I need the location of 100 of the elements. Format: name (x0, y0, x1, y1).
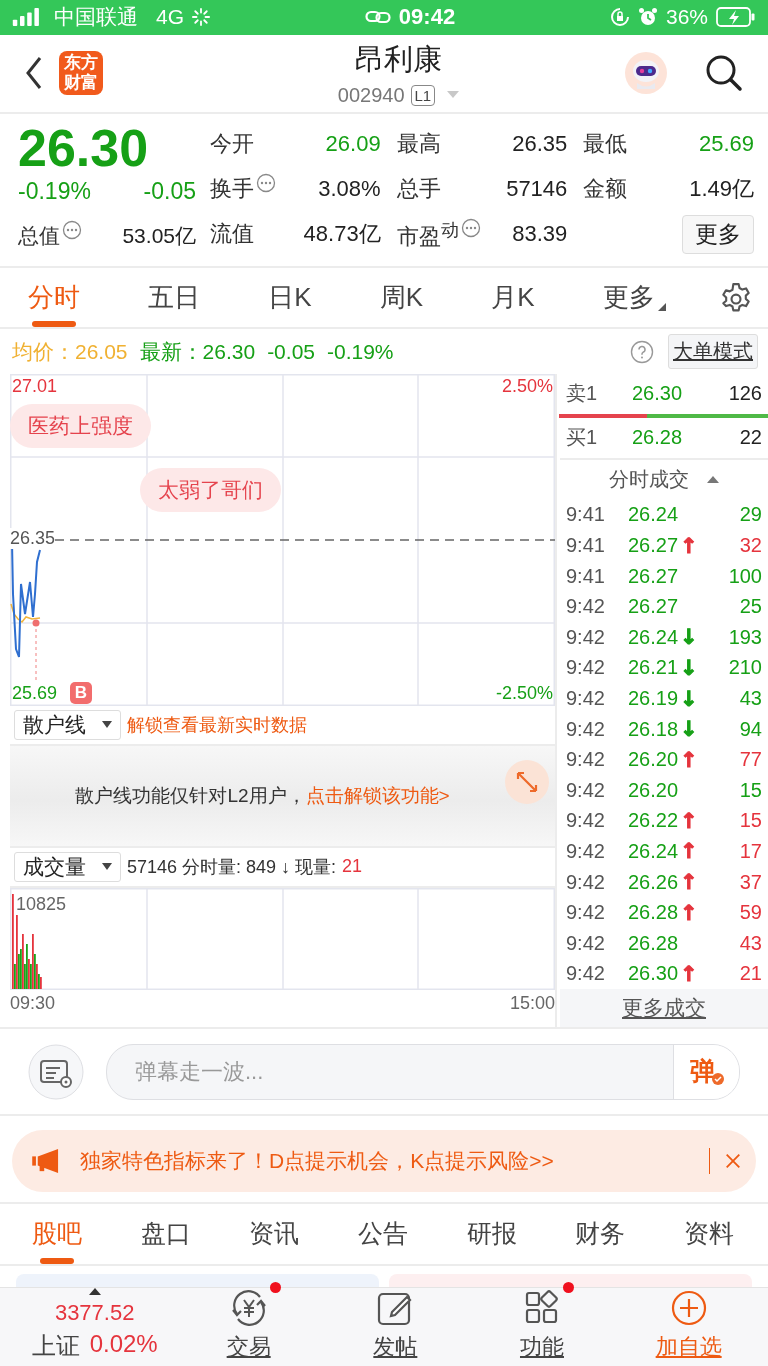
ask-price: 26.30 (632, 382, 684, 406)
stat-label: 最高 (396, 129, 441, 158)
axis-label: -2.50% (495, 682, 553, 704)
more-info-icon[interactable] (62, 219, 82, 240)
current-volume: 21 (342, 856, 363, 878)
help-icon[interactable] (630, 339, 654, 364)
time-label: 15:00 (509, 993, 555, 1015)
trade-price: 26.28 (628, 901, 680, 925)
chart-tab[interactable]: 五日 (134, 268, 215, 327)
promo-text: 独家特色指标来了！D点提示机会，K点提示风险>> (80, 1147, 555, 1174)
trade-volume: 94 (738, 717, 762, 741)
locked-message: 散户线功能仅针对L2用户， (75, 783, 306, 808)
big-order-mode-button[interactable]: 大单模式 (668, 334, 758, 369)
trade-price: 26.28 (628, 931, 680, 955)
trade-volume: 15 (738, 809, 762, 833)
trade-volume: 17 (738, 839, 762, 863)
trade-volume: 59 (738, 901, 762, 925)
trade-volume: 21 (738, 962, 762, 986)
trade-volume: 15 (738, 778, 762, 802)
trade-time: 9:42 (566, 870, 606, 894)
stat-value: 26.35 (512, 130, 568, 157)
trade-volume: 29 (738, 503, 762, 527)
stat-label: 市盈$^{动}$ (396, 217, 459, 251)
trade-time: 9:41 (566, 564, 606, 588)
more-info-icon[interactable] (256, 173, 276, 193)
nav-item[interactable]: 发帖 (373, 1332, 418, 1363)
carrier-name: 中国联通 (54, 4, 138, 31)
trade-price: 26.24 (628, 625, 680, 649)
trend-arrow: ↑ (680, 808, 698, 833)
robot-icon[interactable] (624, 51, 668, 96)
trade-price: 26.20 (628, 748, 680, 772)
change-percent: -0.19% (327, 339, 394, 364)
more-button[interactable]: 更多 (682, 214, 754, 254)
axis-label: 2.50% (501, 375, 553, 397)
nav-item[interactable]: 交易 (226, 1332, 271, 1363)
trade-price: 26.30 (628, 962, 680, 986)
stat-value: 48.73亿 (303, 220, 381, 249)
danmu-settings-icon[interactable] (28, 1043, 84, 1100)
settings-icon[interactable] (719, 281, 752, 314)
chart-tab[interactable]: 日K (254, 268, 326, 327)
trend-arrow: ↓ (680, 625, 698, 650)
index-name[interactable]: 上证 (31, 1330, 80, 1363)
trade-time: 9:42 (566, 962, 606, 986)
trade-price: 26.18 (628, 717, 680, 741)
stat-label: 总手 (396, 175, 441, 203)
index-value[interactable]: 3377.52 (54, 1300, 135, 1327)
bid-volume: 22 (739, 426, 762, 450)
network-type: 4G (156, 5, 184, 30)
change-value: -0.05 (267, 339, 315, 364)
clock-time: 09:42 (398, 4, 456, 31)
section-tab[interactable]: 资料 (669, 1207, 748, 1261)
section-tab[interactable]: 盘口 (126, 1207, 205, 1261)
trade-time: 9:42 (566, 778, 606, 802)
trade-time: 9:42 (566, 656, 606, 680)
close-icon[interactable] (724, 1151, 742, 1170)
trade-volume: 32 (738, 534, 762, 558)
link-icon (364, 9, 391, 26)
trade-price: 26.27 (628, 534, 680, 558)
stat-value: 53.05亿 (122, 222, 196, 249)
trend-arrow: ↑ (680, 900, 698, 925)
search-icon[interactable] (704, 53, 744, 94)
chart-tab[interactable]: 月K (477, 268, 549, 327)
trend-arrow: ↓ (680, 655, 698, 680)
trade-time: 9:41 (566, 534, 606, 558)
trades-title: 分时成交 (609, 467, 689, 493)
stock-code: 002940 (337, 83, 405, 107)
indicator-dropdown[interactable]: 成交量 (14, 851, 121, 882)
ask-label: 卖1 (566, 381, 599, 407)
stat-label: 最低 (583, 129, 628, 158)
chart-tab[interactable]: 更多 (588, 268, 680, 327)
index-change[interactable]: 0.02% (89, 1330, 158, 1363)
stat-value: 3.08% (318, 176, 381, 202)
section-tab[interactable]: 财务 (561, 1207, 640, 1261)
stat-value: 83.39 (512, 221, 568, 248)
bid-price: 26.28 (632, 426, 684, 450)
back-icon[interactable] (24, 55, 44, 92)
trend-arrow: ↓ (680, 686, 698, 711)
trade-volume: 77 (738, 748, 762, 772)
trade-volume: 43 (738, 931, 762, 955)
trade-time: 9:42 (566, 901, 606, 925)
app-logo: 东方财富 (59, 51, 103, 96)
ask-volume: 126 (728, 382, 762, 406)
section-tab[interactable]: 研报 (452, 1207, 531, 1261)
trade-time: 9:42 (566, 717, 606, 741)
trend-arrow: ↑ (680, 533, 698, 558)
unlock-hint[interactable]: 解锁查看最新实时数据 (127, 712, 307, 737)
indicator-dropdown[interactable]: 散户线 (14, 709, 121, 740)
stat-value: 26.09 (325, 130, 381, 157)
latest-price-label: 最新： (139, 338, 203, 365)
chart-tab[interactable]: 周K (365, 268, 438, 327)
sort-icon[interactable] (707, 475, 719, 484)
nav-item[interactable]: 功能 (520, 1332, 564, 1363)
trade-price: 26.22 (628, 809, 680, 833)
section-tab[interactable]: 公告 (343, 1207, 422, 1261)
average-price-line (10, 602, 41, 623)
stock-name: 昂利康 (355, 41, 442, 77)
caret-icon (102, 720, 112, 729)
section-tab[interactable]: 资讯 (235, 1207, 314, 1261)
more-info-icon[interactable] (460, 218, 481, 239)
expand-icon[interactable] (505, 759, 549, 804)
